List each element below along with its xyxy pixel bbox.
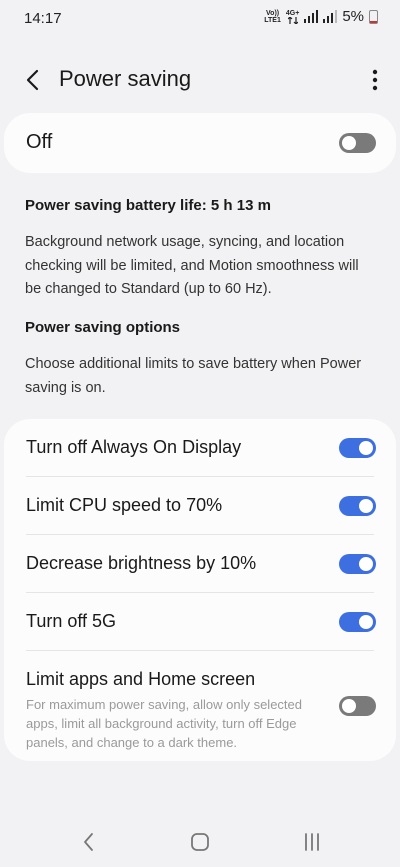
status-icons: Vo)) LTE1 4G+ 5% (264, 8, 378, 25)
signal-icon (304, 10, 319, 23)
nav-recents-icon[interactable] (303, 832, 321, 852)
options-description: Choose additional limits to save battery… (25, 356, 362, 396)
more-options-icon[interactable] (372, 69, 378, 91)
option-limit-cpu[interactable]: Limit CPU speed to 70% (4, 477, 396, 535)
option-always-on-display[interactable]: Turn off Always On Display (4, 419, 396, 477)
battery-life-description: Background network usage, syncing, and l… (25, 234, 359, 297)
decrease-brightness-toggle[interactable] (339, 554, 376, 574)
option-turn-off-5g[interactable]: Turn off 5G (4, 593, 396, 651)
option-label: Decrease brightness by 10% (26, 553, 257, 573)
toggle-knob (359, 615, 373, 629)
option-label: Turn off Always On Display (26, 437, 242, 457)
toggle-knob (359, 499, 373, 513)
power-saving-master-card[interactable]: Off (4, 113, 396, 173)
nav-back-icon[interactable] (82, 832, 94, 852)
toggle-knob (359, 557, 373, 571)
app-header: Power saving (0, 60, 400, 102)
turn-off-5g-toggle[interactable] (339, 612, 376, 632)
always-on-display-toggle[interactable] (339, 438, 376, 458)
option-label: Limit apps and Home screen (26, 669, 256, 689)
battery-percentage: 5% (342, 8, 364, 25)
limit-cpu-toggle[interactable] (339, 496, 376, 516)
back-arrow-icon[interactable] (22, 68, 46, 92)
option-label: Turn off 5G (26, 611, 117, 631)
toggle-knob (342, 136, 356, 150)
signal-icon-secondary (323, 10, 338, 23)
nav-home-icon[interactable] (190, 832, 210, 852)
option-sub-description: For maximum power saving, allow only sel… (26, 697, 302, 750)
limit-apps-toggle[interactable] (339, 696, 376, 716)
battery-icon (369, 9, 378, 24)
system-nav-bar (0, 820, 400, 867)
option-decrease-brightness[interactable]: Decrease brightness by 10% (4, 535, 396, 593)
master-toggle-label: Off (26, 131, 53, 153)
volte-icon: Vo)) LTE1 (264, 9, 281, 24)
network-type-icon: 4G+ (286, 10, 299, 24)
toggle-knob (342, 699, 356, 713)
option-limit-apps[interactable]: Limit apps and Home screen For maximum p… (4, 651, 396, 761)
page-title: Power saving (59, 66, 192, 91)
battery-life-heading: Power saving battery life: 5 h 13 m (25, 197, 271, 214)
options-heading: Power saving options (25, 319, 181, 336)
status-time: 14:17 (24, 10, 62, 27)
power-saving-master-toggle[interactable] (339, 133, 376, 153)
option-label: Limit CPU speed to 70% (26, 495, 223, 515)
power-saving-options-card: Turn off Always On Display Limit CPU spe… (4, 419, 396, 761)
status-bar: 14:17 Vo)) LTE1 4G+ 5% (0, 0, 400, 36)
toggle-knob (359, 441, 373, 455)
